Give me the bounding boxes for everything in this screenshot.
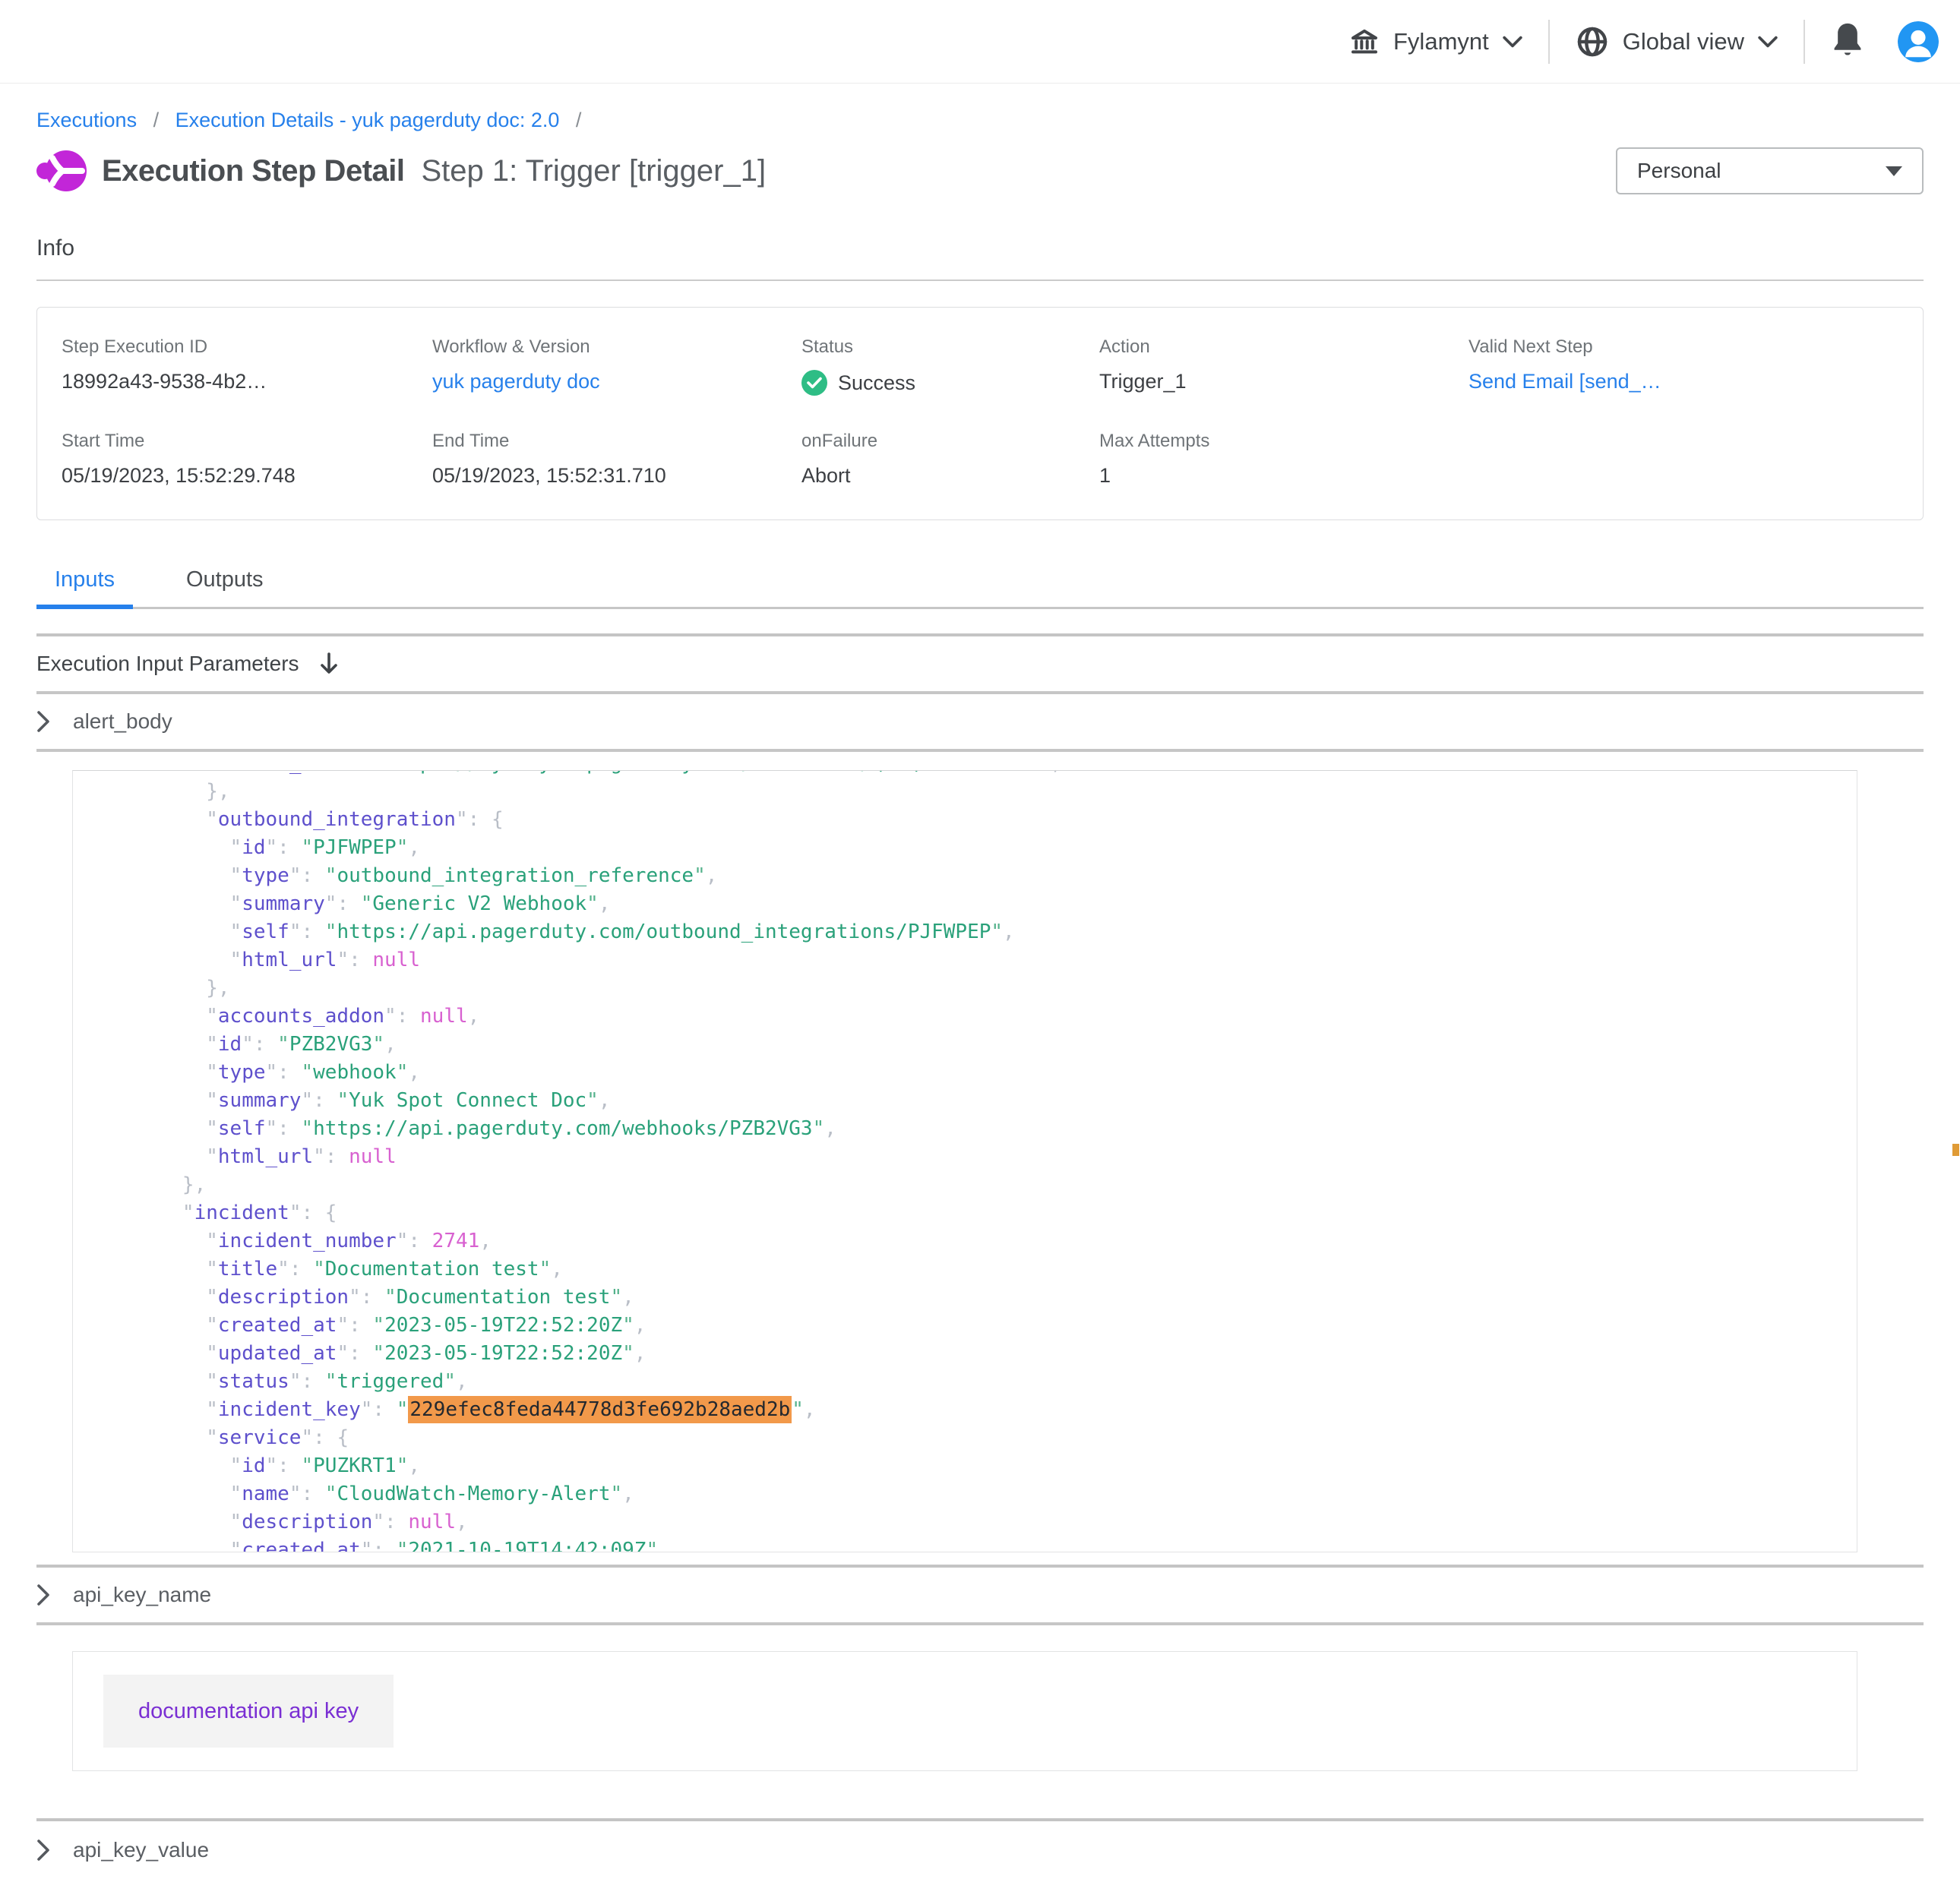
breadcrumb-separator: / <box>576 109 582 131</box>
topbar-divider <box>1804 20 1805 64</box>
organization-bank-icon <box>1349 27 1380 57</box>
workflow-link[interactable]: yuk pagerduty doc <box>432 370 600 393</box>
chevron-down-icon <box>1758 36 1778 48</box>
info-heading-divider <box>36 279 1924 281</box>
info-card: Step Execution ID 18992a43-9538-4b2… Wor… <box>36 307 1924 520</box>
topbar-divider <box>1548 20 1550 64</box>
avatar-icon <box>1898 21 1939 62</box>
org-switcher[interactable]: Fylamynt <box>1349 27 1522 57</box>
user-avatar[interactable] <box>1898 21 1939 62</box>
info-field-onfailure: onFailure Abort <box>801 431 1099 488</box>
info-field-valid-next-step: Valid Next Step Send Email [send_… <box>1468 336 1898 396</box>
info-field-start-time: Start Time 05/19/2023, 15:52:29.748 <box>62 431 432 488</box>
notifications-button[interactable] <box>1831 21 1864 62</box>
breadcrumb: Executions / Execution Details - yuk pag… <box>36 106 1924 134</box>
api-key-name-chip: documentation api key <box>103 1675 394 1748</box>
info-field-workflow-version: Workflow & Version yuk pagerduty doc <box>432 336 801 396</box>
page-title: Execution Step Detail <box>102 154 404 188</box>
info-field-max-attempts: Max Attempts 1 <box>1099 431 1468 488</box>
json-payload-viewer[interactable]: "html_url": "https://fylamynt.pagerduty.… <box>72 770 1857 1552</box>
api-key-name-value-box: documentation api key <box>72 1651 1857 1771</box>
top-navigation-bar: Fylamynt Global view <box>0 0 1960 84</box>
view-name: Global view <box>1623 28 1744 55</box>
info-section-heading: Info <box>36 235 1924 261</box>
view-switcher[interactable]: Global view <box>1576 25 1778 58</box>
fylamynt-logo-icon <box>36 149 87 193</box>
info-field-step-execution-id: Step Execution ID 18992a43-9538-4b2… <box>62 336 432 396</box>
globe-icon <box>1576 25 1609 58</box>
bell-icon <box>1831 21 1864 58</box>
success-check-icon <box>801 370 827 396</box>
execution-input-parameters-header: Execution Input Parameters <box>36 636 1924 694</box>
param-section-api-key-value[interactable]: api_key_value <box>36 1821 1924 1879</box>
select-caret-icon <box>1886 166 1902 176</box>
info-field-end-time: End Time 05/19/2023, 15:52:31.710 <box>432 431 801 488</box>
next-step-link[interactable]: Send Email [send_… <box>1468 370 1661 393</box>
breadcrumb-separator: / <box>153 109 160 131</box>
tab-inputs[interactable]: Inputs <box>36 560 133 609</box>
download-arrow-icon[interactable] <box>319 652 339 676</box>
page: { "topbar": { "org": { "label": "Fylamyn… <box>0 0 1960 1804</box>
execution-input-parameters-label: Execution Input Parameters <box>36 652 299 676</box>
info-field-status: Status Success <box>801 336 1099 396</box>
param-section-api-key-name[interactable]: api_key_name <box>36 1568 1924 1625</box>
breadcrumb-execution-details-link[interactable]: Execution Details - yuk pagerduty doc: 2… <box>175 109 560 131</box>
tab-bar: Inputs Outputs <box>36 560 1924 609</box>
scope-select[interactable]: Personal <box>1616 147 1924 194</box>
param-section-alert-body[interactable]: alert_body <box>36 694 1924 752</box>
info-field-action: Action Trigger_1 <box>1099 336 1468 396</box>
status-text: Success <box>838 371 915 395</box>
page-subtitle: Step 1: Trigger [trigger_1] <box>421 154 766 188</box>
param-section-label: api_key_name <box>73 1583 211 1607</box>
search-match-scrollbar-marker <box>1952 1144 1959 1156</box>
tab-outputs[interactable]: Outputs <box>168 560 282 609</box>
chevron-down-icon <box>1503 36 1522 48</box>
param-section-label: alert_body <box>73 709 172 734</box>
chevron-right-icon <box>36 1840 50 1861</box>
chevron-right-icon <box>36 1584 50 1606</box>
scope-select-value: Personal <box>1637 159 1886 183</box>
page-header: Execution Step Detail Step 1: Trigger [t… <box>36 147 1924 194</box>
param-section-label: api_key_value <box>73 1838 209 1862</box>
chevron-right-icon <box>36 711 50 732</box>
json-code: "html_url": "https://fylamynt.pagerduty.… <box>111 770 1857 1552</box>
org-name: Fylamynt <box>1393 28 1489 55</box>
breadcrumb-executions-link[interactable]: Executions <box>36 109 137 131</box>
